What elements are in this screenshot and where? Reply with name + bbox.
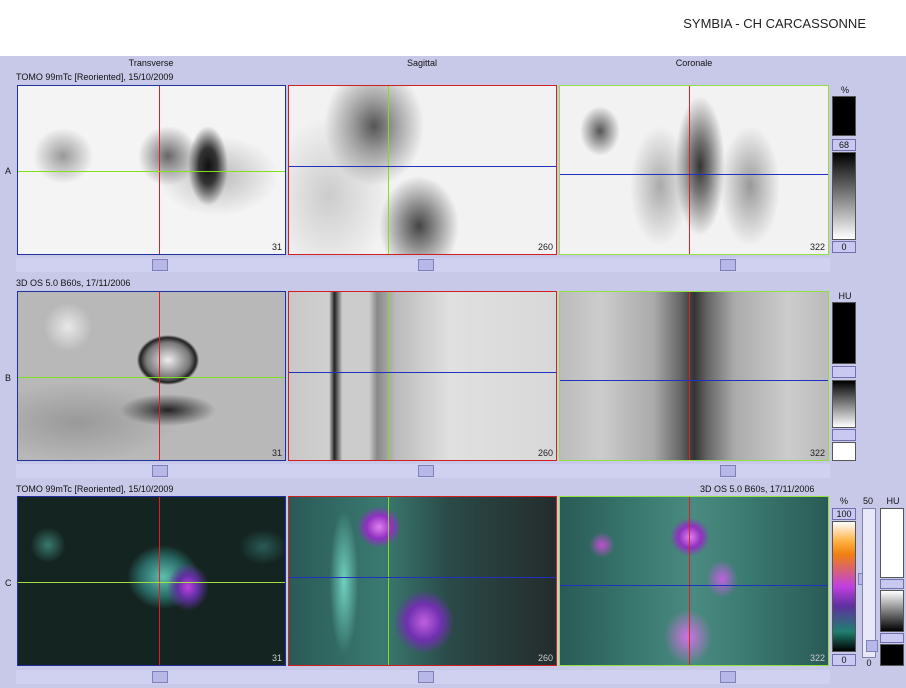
row-a-series-label: TOMO 99mTc [Reoriented], 15/10/2009 <box>16 72 174 82</box>
viewport-c-coronal-fusion[interactable]: 322 <box>559 496 829 666</box>
slice-slider-a-coronal[interactable] <box>720 259 736 271</box>
scale-a-upper-value[interactable]: 68 <box>832 139 856 151</box>
scale-c-blend-track[interactable] <box>862 508 876 658</box>
viewport-a-coronal[interactable]: 322 <box>559 85 829 255</box>
scale-b-gradient <box>832 380 856 428</box>
row-label-b: B <box>5 373 12 383</box>
scale-c-color-gradient <box>832 521 856 652</box>
crosshair-horizontal[interactable] <box>560 174 828 175</box>
scale-c-pct-top-value[interactable]: 100 <box>832 508 856 520</box>
crosshair-vertical[interactable] <box>159 497 160 665</box>
crosshair-horizontal[interactable] <box>560 380 828 381</box>
crosshair-vertical[interactable] <box>159 86 160 254</box>
scale-a-lower-value[interactable]: 0 <box>832 241 856 253</box>
crosshair-horizontal[interactable] <box>18 171 285 172</box>
slice-number: 31 <box>271 653 282 663</box>
scale-b-white-bar <box>832 442 856 461</box>
crosshair-horizontal[interactable] <box>289 166 556 167</box>
crosshair-vertical[interactable] <box>689 86 690 254</box>
scale-c-blend-handle[interactable] <box>866 640 878 652</box>
crosshair-vertical[interactable] <box>689 292 690 460</box>
scale-b-lower-handle[interactable] <box>832 429 856 441</box>
scale-c-hu-lower-handle[interactable] <box>880 633 904 643</box>
scale-c-mid-value: 50 <box>862 496 873 506</box>
scale-b-upper-bar <box>832 302 856 364</box>
viewport-b-sagittal[interactable]: 260 <box>288 291 557 461</box>
slice-number: 322 <box>809 653 825 663</box>
row-c-series-label-right: 3D OS 5.0 B60s, 17/11/2006 <box>700 484 815 494</box>
slice-slider-b-sagittal[interactable] <box>418 465 434 477</box>
viewport-a-sagittal[interactable]: 260 <box>288 85 557 255</box>
slice-slider-c-transverse[interactable] <box>152 671 168 683</box>
scale-a-unit: % <box>840 85 849 95</box>
scale-b-unit: HU <box>838 291 852 301</box>
crosshair-vertical[interactable] <box>388 497 389 665</box>
slice-number: 260 <box>537 448 553 458</box>
column-label-sagittal: Sagittal <box>406 58 438 68</box>
scale-a-gradient <box>832 152 856 240</box>
slice-slider-c-sagittal[interactable] <box>418 671 434 683</box>
crosshair-vertical[interactable] <box>388 86 389 254</box>
slice-number: 260 <box>537 653 553 663</box>
row-b-series-label: 3D OS 5.0 B60s, 17/11/2006 <box>16 278 131 288</box>
scale-b-upper-handle[interactable] <box>832 366 856 378</box>
slice-number: 31 <box>271 242 282 252</box>
scale-c-pct-low-value[interactable]: 0 <box>832 654 856 666</box>
scale-c-hu-lower-bar <box>880 644 904 666</box>
row-c-series-label: TOMO 99mTc [Reoriented], 15/10/2009 <box>16 484 174 494</box>
viewport-a-transverse[interactable]: 31 <box>17 85 286 255</box>
crosshair-vertical[interactable] <box>388 292 389 460</box>
viewport-c-transverse-fusion[interactable]: 31 <box>17 496 286 666</box>
scale-c-hu-unit: HU <box>886 496 900 506</box>
scale-c-blend-low: 0 <box>866 658 872 668</box>
scale-c-hu-gradient <box>880 590 904 632</box>
slice-slider-b-transverse[interactable] <box>152 465 168 477</box>
slice-number: 260 <box>537 242 553 252</box>
title-bar: SYMBIA - CH CARCASSONNE <box>0 0 906 56</box>
slice-slider-a-sagittal[interactable] <box>418 259 434 271</box>
row-label-c: C <box>5 578 12 588</box>
slice-number: 322 <box>809 448 825 458</box>
slice-slider-b-coronal[interactable] <box>720 465 736 477</box>
slice-number: 322 <box>809 242 825 252</box>
crosshair-vertical[interactable] <box>159 292 160 460</box>
scale-c-hu-upper-bar <box>880 508 904 578</box>
viewport-b-coronal[interactable]: 322 <box>559 291 829 461</box>
row-label-a: A <box>5 166 12 176</box>
scale-c-hu-upper-handle[interactable] <box>880 579 904 589</box>
institution-title: SYMBIA - CH CARCASSONNE <box>683 16 866 31</box>
scale-a-upper-bar <box>832 96 856 136</box>
crosshair-horizontal[interactable] <box>289 372 556 373</box>
viewport-b-transverse[interactable]: 31 <box>17 291 286 461</box>
scale-c-pct-unit: % <box>839 496 848 506</box>
column-label-coronal: Coronale <box>675 58 713 68</box>
viewport-c-sagittal-fusion[interactable]: 260 <box>288 496 557 666</box>
column-label-transverse: Transverse <box>128 58 174 68</box>
slice-number: 31 <box>271 448 282 458</box>
crosshair-horizontal[interactable] <box>560 585 828 586</box>
crosshair-horizontal[interactable] <box>289 577 556 578</box>
slice-slider-a-transverse[interactable] <box>152 259 168 271</box>
crosshair-horizontal[interactable] <box>18 377 285 378</box>
crosshair-horizontal[interactable] <box>18 582 285 583</box>
crosshair-vertical[interactable] <box>689 497 690 665</box>
slice-slider-c-coronal[interactable] <box>720 671 736 683</box>
